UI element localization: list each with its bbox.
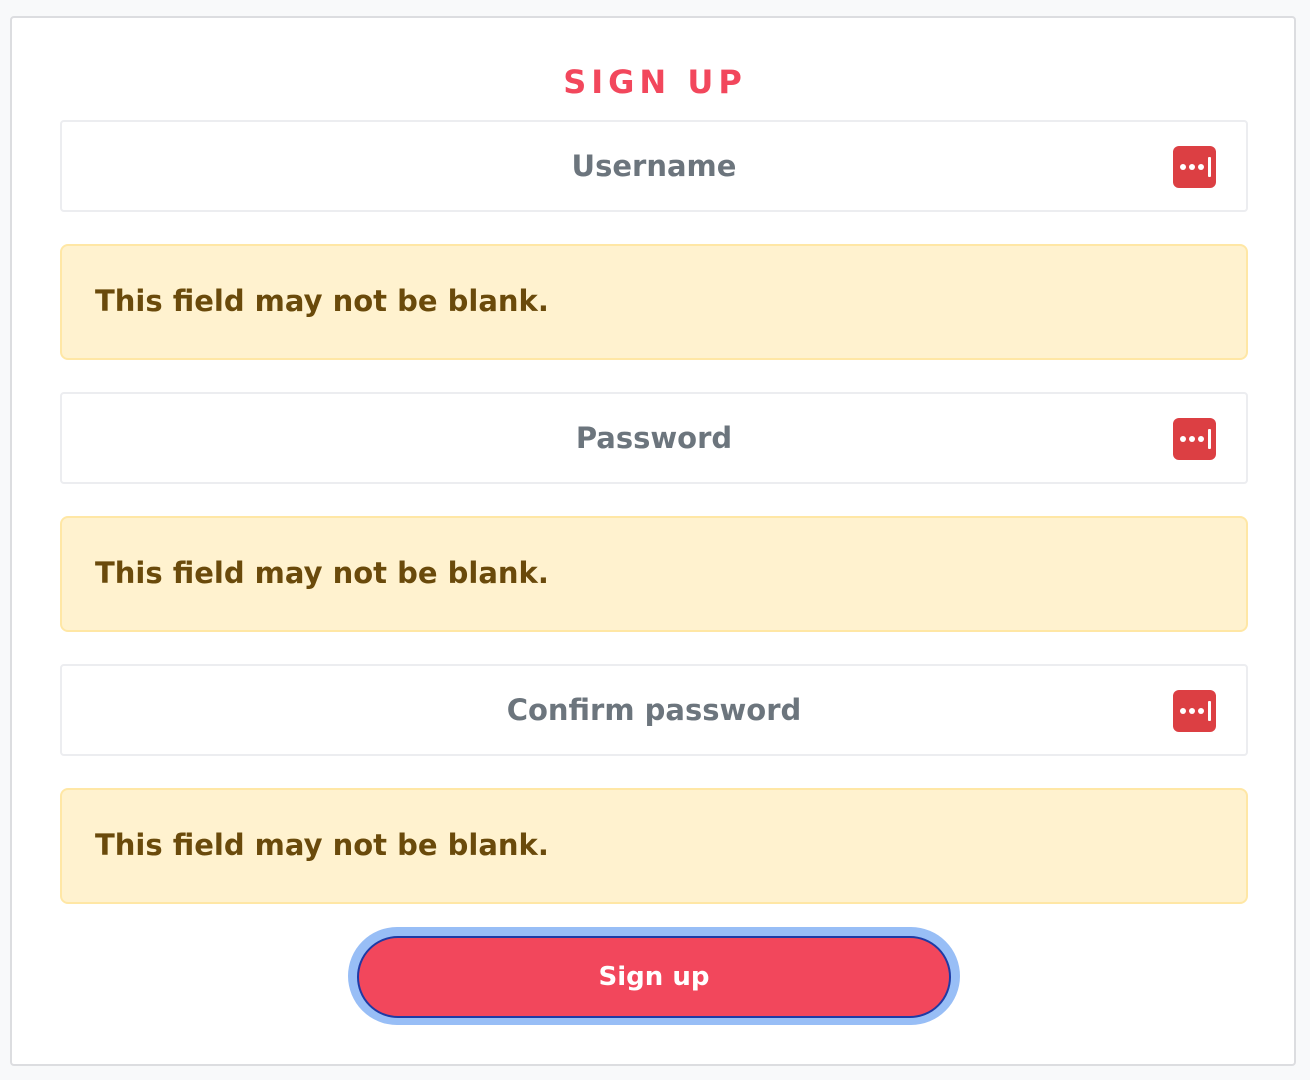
password-input[interactable] <box>62 394 1246 482</box>
signup-button[interactable]: Sign up <box>357 936 951 1018</box>
confirm-password-input[interactable] <box>62 666 1246 754</box>
form-title: SIGN UP <box>563 63 747 101</box>
password-error-alert: This field may not be blank. <box>60 516 1248 632</box>
username-input[interactable] <box>62 122 1246 210</box>
password-manager-icon[interactable] <box>1173 146 1216 188</box>
confirm-password-error-text: This field may not be blank. <box>95 828 549 862</box>
password-error-text: This field may not be blank. <box>95 556 549 590</box>
password-manager-icon[interactable] <box>1173 690 1216 732</box>
password-field[interactable] <box>60 392 1248 484</box>
confirm-password-field[interactable] <box>60 664 1248 756</box>
confirm-password-error-alert: This field may not be blank. <box>60 788 1248 904</box>
username-error-alert: This field may not be blank. <box>60 244 1248 360</box>
password-manager-icon[interactable] <box>1173 418 1216 460</box>
username-error-text: This field may not be blank. <box>95 284 549 318</box>
username-field[interactable] <box>60 120 1248 212</box>
